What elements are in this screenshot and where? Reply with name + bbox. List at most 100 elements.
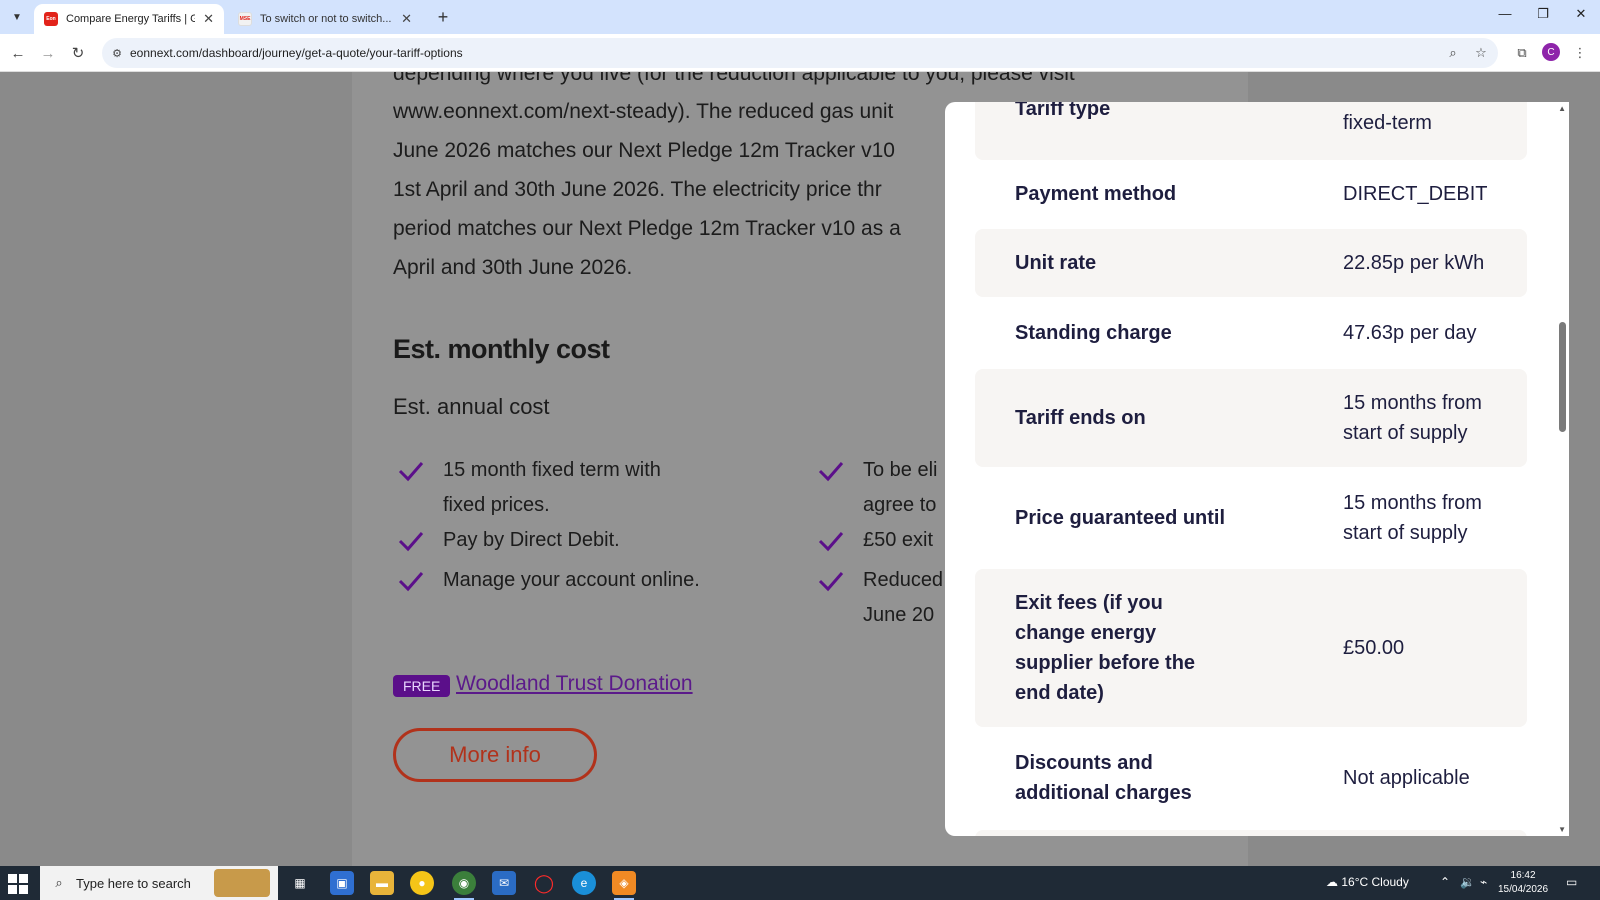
address-bar[interactable]: ⚙ eonnext.com/dashboard/journey/get-a-qu… xyxy=(102,38,1498,68)
tariff-description-line: 1st April and 30th June 2026. The electr… xyxy=(393,178,882,201)
tab-search-chevron-down-icon[interactable]: ▼ xyxy=(6,7,28,27)
payment-method-row: Payment method DIRECT_DEBIT xyxy=(975,160,1527,228)
app-notification-icon[interactable]: ◈ xyxy=(612,871,636,900)
row-label: Tariff ends on xyxy=(1015,407,1146,429)
bookmark-star-icon[interactable]: ☆ xyxy=(1472,44,1490,62)
price-guaranteed-until-row: Price guaranteed until 15 months from sta… xyxy=(975,469,1527,567)
norton-icon[interactable]: ● xyxy=(410,871,434,895)
row-value: 47.63p per day xyxy=(1343,322,1477,344)
profile-avatar[interactable]: C xyxy=(1542,43,1560,61)
windows-taskbar: ⌕ Type here to search ▦ ▣ ▬ ● ◉ ✉ ◯ e ◈ … xyxy=(0,866,1600,900)
row-label: Standing charge xyxy=(1015,322,1172,344)
row-label: Exit fees (if you change energy supplier… xyxy=(1015,592,1196,704)
woodland-trust-donation-link[interactable]: Woodland Trust Donation xyxy=(456,672,693,696)
chrome-icon[interactable]: ◉ xyxy=(452,871,476,900)
row-value: £50.00 xyxy=(1343,637,1405,659)
scroll-up-arrow-icon[interactable]: ▲ xyxy=(1558,104,1566,113)
outlook-icon[interactable]: ✉ xyxy=(492,871,516,895)
est-annual-cost-label: Est. annual cost xyxy=(393,394,550,419)
scroll-down-arrow-icon[interactable]: ▼ xyxy=(1558,825,1566,834)
window-close-icon[interactable]: ✕ xyxy=(1566,6,1596,22)
feature-item: Pay by Direct Debit. xyxy=(397,523,620,558)
tariff-description-line: period matches our Next Pledge 12m Track… xyxy=(393,217,901,240)
row-label: Tariff type xyxy=(1015,102,1111,120)
row-value: Not applicable xyxy=(1343,767,1470,789)
check-icon xyxy=(397,527,425,555)
opera-icon[interactable]: ◯ xyxy=(532,871,556,895)
close-tab-icon[interactable]: ✕ xyxy=(401,11,412,27)
feature-item: £50 exit xyxy=(817,523,933,558)
feature-item: Reduced June 20 xyxy=(817,563,943,633)
tab-title: To switch or not to switch... — M xyxy=(260,13,393,25)
row-value: fixed-term xyxy=(1343,112,1432,134)
feature-item: 15 month fixed term with fixed prices. xyxy=(397,453,661,523)
more-info-button[interactable]: More info xyxy=(393,728,597,782)
task-view-icon[interactable]: ▦ xyxy=(288,871,312,895)
system-clock[interactable]: 16:42 15/04/2026 xyxy=(1498,869,1548,897)
clock-time: 16:42 xyxy=(1510,870,1536,881)
new-tab-plus-icon[interactable]: + xyxy=(432,6,454,28)
search-icon: ⌕ xyxy=(55,875,63,890)
tariff-description-line: depending where you live (for the reduct… xyxy=(393,72,1075,85)
tariff-description-line: April and 30th June 2026. xyxy=(393,256,633,279)
clock-date: 15/04/2026 xyxy=(1498,884,1549,895)
notifications-icon[interactable]: ▭ xyxy=(1566,875,1577,889)
feature-text: Manage your account online. xyxy=(443,569,700,591)
exit-fees-row: Exit fees (if you change energy supplier… xyxy=(975,569,1527,727)
search-highlight-image[interactable] xyxy=(214,869,270,897)
feature-text: £50 exit xyxy=(863,529,934,551)
minimize-icon[interactable]: — xyxy=(1490,6,1520,21)
row-value: 15 months from start of supply xyxy=(1343,492,1482,544)
check-icon xyxy=(817,527,845,555)
restore-icon[interactable]: ❐ xyxy=(1528,6,1558,22)
modal-scrollbar[interactable]: ▲ ▼ xyxy=(1555,102,1569,836)
scroll-thumb[interactable] xyxy=(1559,322,1566,432)
tab-title: Compare Energy Tariffs | Get a Q xyxy=(66,13,196,25)
feature-text: June 20 xyxy=(863,604,935,626)
store-icon[interactable]: ▣ xyxy=(330,871,354,895)
row-value: DIRECT_DEBIT xyxy=(1343,183,1488,205)
tray-chevron-up-icon[interactable]: ⌃ xyxy=(1440,875,1450,889)
file-explorer-icon[interactable]: ▬ xyxy=(370,871,394,895)
tab-strip: ▼ Eon Compare Energy Tariffs | Get a Q ✕… xyxy=(0,0,1600,34)
tariff-description-line: www.eonnext.com/next-steady). The reduce… xyxy=(393,100,894,123)
forward-arrow-icon[interactable]: → xyxy=(38,43,58,63)
menu-kebab-icon[interactable]: ⋮ xyxy=(1570,43,1590,63)
taskbar-search-box[interactable]: ⌕ Type here to search xyxy=(40,866,278,900)
weather-widget[interactable]: ☁ 16°C Cloudy xyxy=(1326,875,1409,889)
row-label: Discounts and additional charges xyxy=(1015,752,1192,804)
feature-text: 15 month fixed term with xyxy=(443,459,661,481)
reload-icon[interactable]: ↻ xyxy=(68,43,88,63)
network-icon[interactable]: ⌁ xyxy=(1480,875,1487,889)
volume-icon[interactable]: 🔉 xyxy=(1460,875,1475,889)
check-icon xyxy=(397,567,425,595)
check-icon xyxy=(817,457,845,485)
url-text[interactable]: eonnext.com/dashboard/journey/get-a-quot… xyxy=(130,46,463,60)
edge-icon[interactable]: e xyxy=(572,871,596,895)
weather-text: 16°C Cloudy xyxy=(1341,875,1409,889)
zoom-icon[interactable]: ⌕ xyxy=(1444,44,1462,62)
feature-text: Pay by Direct Debit. xyxy=(443,529,620,551)
check-icon xyxy=(817,567,845,595)
back-arrow-icon[interactable]: ← xyxy=(8,43,28,63)
row-value: 22.85p per kWh xyxy=(1343,252,1485,274)
search-placeholder: Type here to search xyxy=(76,875,191,891)
tariff-details-modal[interactable]: Tariff type fixed-term Payment method DI… xyxy=(945,102,1569,836)
feature-text: To be eli xyxy=(863,459,938,481)
check-icon xyxy=(397,457,425,485)
feature-text: fixed prices. xyxy=(443,494,550,516)
site-info-icon[interactable]: ⚙ xyxy=(108,44,126,62)
close-tab-icon[interactable]: ✕ xyxy=(203,11,214,27)
tariff-description-line: June 2026 matches our Next Pledge 12m Tr… xyxy=(393,139,895,162)
feature-text: agree to xyxy=(863,494,937,516)
tariff-ends-on-row: Tariff ends on 15 months from start of su… xyxy=(975,369,1527,467)
feature-text: Reduced xyxy=(863,569,944,591)
eon-favicon-icon: Eon xyxy=(44,12,58,26)
row-label: Unit rate xyxy=(1015,252,1097,274)
discounts-row: Discounts and additional charges Not app… xyxy=(975,729,1527,827)
tab-switch-or-not[interactable]: MSE To switch or not to switch... — M ✕ xyxy=(228,4,422,34)
next-row-partial xyxy=(975,830,1527,836)
extensions-icon[interactable]: ⧉ xyxy=(1512,43,1532,63)
windows-start-icon[interactable] xyxy=(8,874,28,894)
tab-compare-energy[interactable]: Eon Compare Energy Tariffs | Get a Q ✕ xyxy=(34,4,224,34)
